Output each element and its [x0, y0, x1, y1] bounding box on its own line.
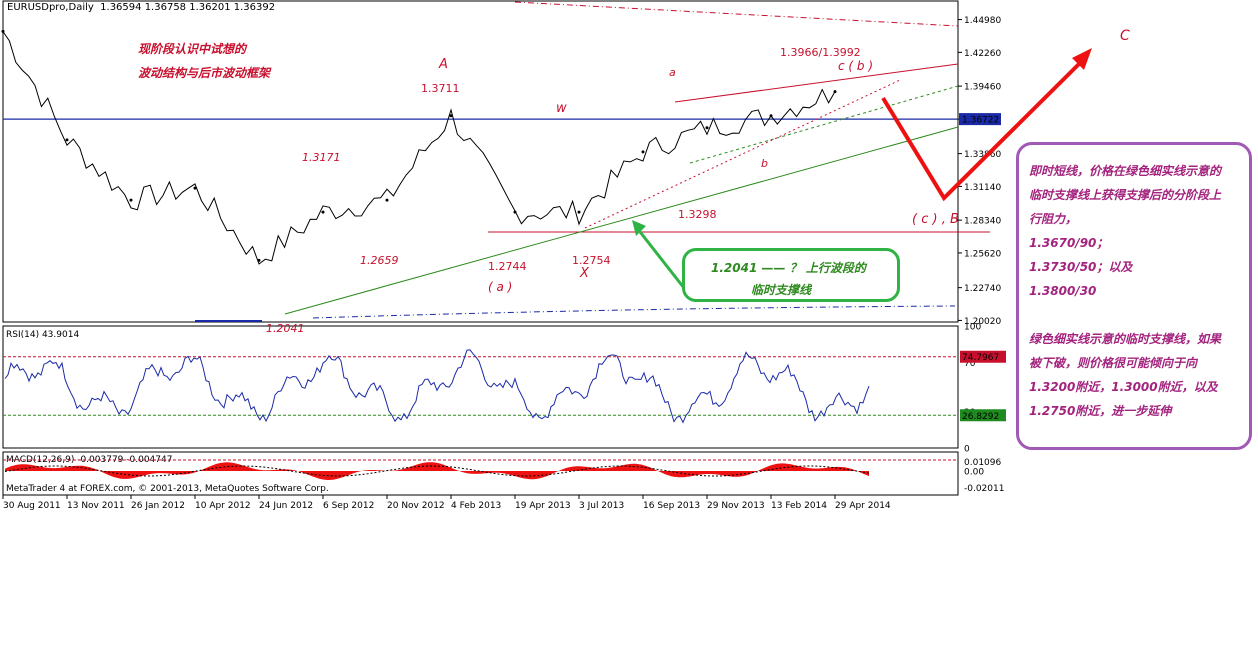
date-tick-label: 30 Aug 2011: [3, 501, 61, 511]
price-data-point: [513, 210, 517, 214]
price-tick-label: 1.39460: [964, 83, 1001, 93]
price-series-line: [2, 31, 836, 265]
price-tick-label: 1.22740: [964, 284, 1001, 294]
wave-label-X: X: [580, 266, 589, 281]
purple-note-line: 1.2750附近，进一步延伸: [1029, 404, 1172, 418]
purple-note-line: 临时支撑线上获得支撑后的分阶段上: [1029, 188, 1222, 202]
price-label-13298: 1.3298: [678, 208, 717, 221]
rsi-panel-frame: [2, 325, 959, 449]
price-label-13966: 1.3966/1.3992: [780, 46, 861, 59]
date-tick-label: 24 Jun 2012: [259, 501, 313, 511]
price-tick-label: 1.36722: [962, 116, 999, 126]
green-pointer-line: [635, 227, 686, 289]
red-upper-trendline: [674, 63, 959, 103]
price-data-point: [833, 90, 837, 94]
rsi-lower-label: 26.8292: [962, 412, 999, 422]
price-data-point: [385, 198, 389, 202]
symbol-label: EURUSDpro,Daily: [7, 2, 94, 13]
price-label-13711: 1.3711: [421, 82, 460, 95]
red-dotted-trendline: [584, 79, 901, 229]
price-data-point: [193, 186, 197, 190]
annotation-line-1: 现阶段认识中试想的: [138, 42, 247, 56]
green-support-note: 1.2041 —— ？ 上行波段的 临时支撑线: [682, 248, 900, 302]
date-tick-label: 13 Feb 2014: [771, 501, 827, 511]
price-data-point: [257, 258, 261, 262]
price-data-point: [129, 198, 133, 202]
price-data-point: [449, 114, 453, 118]
blue-dashdot-curve: [312, 305, 956, 319]
purple-note-line: 1.3800/30: [1029, 284, 1097, 298]
purple-note-line: 1.3200附近，1.3000附近，以及: [1029, 380, 1218, 394]
date-tick-label: 3 Jul 2013: [579, 501, 624, 511]
purple-note-line: 行阻力，: [1029, 212, 1078, 226]
price-data-point: [577, 210, 581, 214]
date-tick-label: 4 Feb 2013: [451, 501, 501, 511]
price-tick-label: 1.28340: [964, 217, 1001, 227]
wave-label-cb: c ( b ): [838, 59, 874, 73]
price-tick-label: 1.25620: [964, 249, 1001, 259]
chart-header: EURUSDpro,Daily 1.36594 1.36758 1.36201 …: [7, 2, 275, 13]
price-data-point: [1, 29, 5, 33]
macd-credit: MetaTrader 4 at FOREX.com, © 2001-2013, …: [6, 484, 329, 494]
date-tick-label: 19 Apr 2013: [515, 501, 571, 511]
date-tick-label: 20 Nov 2012: [387, 501, 445, 511]
rsi-line: [4, 349, 870, 424]
price-tick-label: 1.44980: [964, 16, 1001, 26]
price-label-12754: 1.2754: [572, 254, 611, 267]
wave-label-cB: ( c ) , B: [912, 212, 959, 227]
wave-label-w: w: [556, 101, 567, 116]
price-label-13171: 1.3171: [302, 151, 341, 164]
price-label-12744: 1.2744: [488, 260, 527, 273]
date-tick-label: 26 Jan 2012: [131, 501, 185, 511]
macd-tick-label: 0.01096: [964, 458, 1001, 468]
date-tick-label: 6 Sep 2012: [323, 501, 374, 511]
date-tick-label: 13 Nov 2011: [67, 501, 125, 511]
purple-analysis-note: 即时短线，价格在绿色细实线示意的 临时支撑线上获得支撑后的分阶段上 行阻力， 1…: [1016, 142, 1252, 450]
purple-note-line: [1029, 303, 1239, 327]
green-arrowhead-icon: [632, 220, 646, 236]
price-tick-label: 1.42260: [964, 49, 1001, 59]
date-tick-label: 29 Apr 2014: [835, 501, 891, 511]
ohlc-label: 1.36594 1.36758 1.36201 1.36392: [100, 2, 276, 13]
price-data-point: [769, 114, 773, 118]
macd-tick-label: -0.02011: [964, 484, 1004, 494]
purple-note-line: 被下破，则价格很可能倾向于向: [1029, 356, 1198, 370]
rsi-tick-label: 0: [964, 445, 970, 455]
green-note-line-1: 1.2041 —— ？ 上行波段的: [711, 261, 866, 275]
price-tick-label: 1.31140: [964, 183, 1001, 193]
wave-label-C: C: [1120, 28, 1130, 44]
price-data-point: [705, 126, 709, 130]
price-data-point: [65, 138, 69, 142]
wave-label-a-paren: ( a ): [488, 280, 513, 294]
price-data-point: [321, 210, 325, 214]
price-label-12041: 1.2041: [266, 322, 305, 335]
price-data-point: [641, 150, 645, 154]
purple-note-line: 即时短线，价格在绿色细实线示意的: [1029, 164, 1222, 178]
purple-note-line: 1.3670/90；: [1029, 236, 1109, 250]
date-tick-label: 10 Apr 2012: [195, 501, 251, 511]
date-tick-label: 16 Sep 2013: [643, 501, 700, 511]
purple-note-line: 绿色细实线示意的临时支撑线，如果: [1029, 332, 1222, 346]
purple-note-line: 1.3730/50；以及: [1029, 260, 1133, 274]
rsi-upper-label: 74.7967: [962, 353, 999, 363]
wave-label-b: b: [761, 157, 768, 170]
rsi-tick-label: 100: [964, 323, 981, 333]
date-tick-label: 29 Nov 2013: [707, 501, 765, 511]
macd-tick-label: 0.00: [964, 468, 984, 478]
price-label-12659: 1.2659: [360, 254, 399, 267]
red-dashdot-trendline: [514, 1, 959, 27]
wave-label-A: A: [439, 57, 448, 72]
annotation-line-2: 波动结构与后市波动框架: [138, 66, 271, 80]
green-note-line-2: 临时支撑线: [751, 283, 812, 297]
wave-label-a: a: [669, 66, 676, 79]
rsi-title: RSI(14) 43.9014: [6, 330, 79, 340]
